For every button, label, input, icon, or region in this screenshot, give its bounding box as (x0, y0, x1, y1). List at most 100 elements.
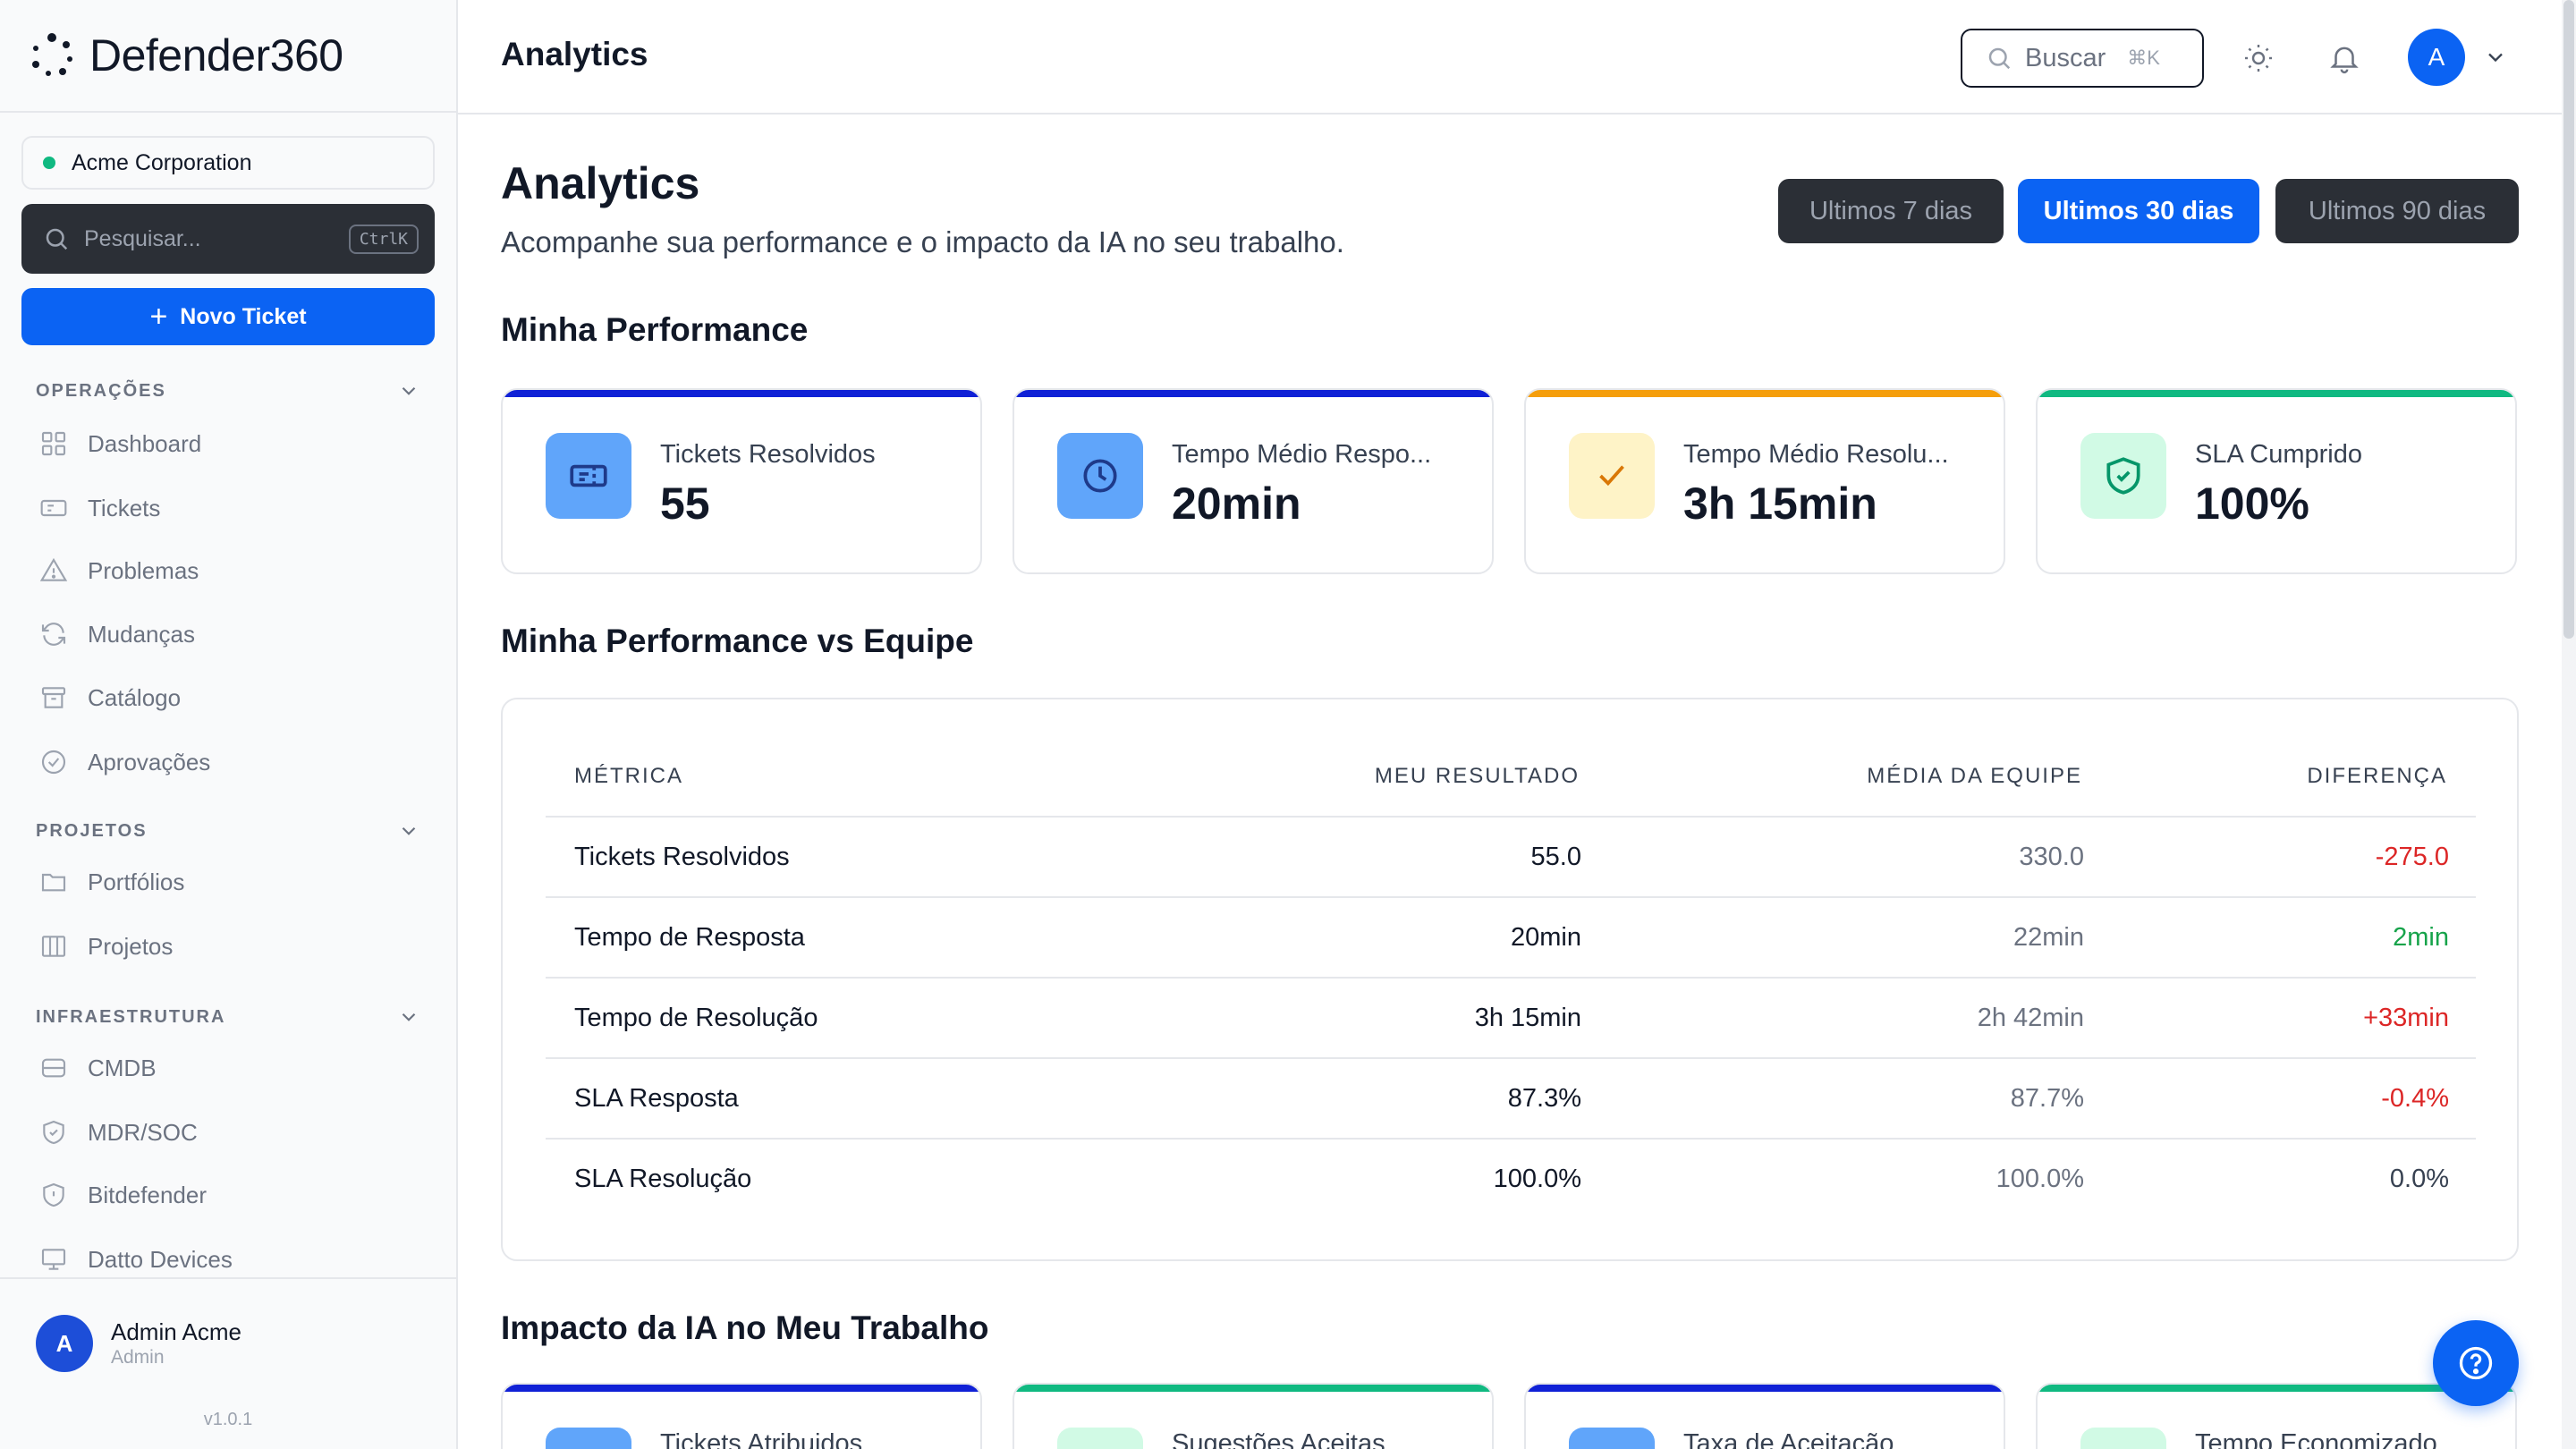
sidebar: Defender360 Acme Corporation Pesquisar..… (0, 0, 458, 1449)
kpi-label: Tempo Economizado (2195, 1429, 2437, 1449)
sidebar-item-catalogo[interactable]: Catálogo (39, 683, 181, 712)
kpi-label: Tempo Médio Respo... (1172, 440, 1432, 469)
notifications-button[interactable] (2322, 36, 2367, 80)
chevron-down-icon (402, 1013, 416, 1021)
card-accent-bar (1526, 390, 2004, 397)
kpi-label: Tempo Médio Resolu... (1683, 440, 1949, 469)
sidebar-search[interactable]: Pesquisar... CtrlK (21, 204, 435, 274)
kpi-value: 55 (660, 479, 710, 529)
kpi-label: Tickets Atribuidos (660, 1429, 863, 1449)
column-header-media-equipe: MÉDIA DA EQUIPE (1867, 764, 2082, 788)
ticket-icon (546, 433, 631, 519)
section-title: INFRAESTRUTURA (36, 1006, 226, 1027)
kpi-card-tickets-resolvidos[interactable]: Tickets Resolvidos 55 (501, 388, 982, 574)
cell-diff: -275.0 (2375, 843, 2449, 871)
new-ticket-button[interactable]: + Novo Ticket (21, 288, 435, 345)
sidebar-item-label: Projetos (88, 932, 174, 960)
cell-mine: 3h 15min (1474, 1004, 1581, 1032)
kpi-value: 100% (2195, 479, 2309, 529)
avatar[interactable]: A (2408, 29, 2465, 86)
cell-diff: 2min (2393, 923, 2449, 952)
card-accent-bar (503, 1385, 980, 1392)
kpi-card-tempo-medio-resolucao[interactable]: Tempo Médio Resolu... 3h 15min (1524, 388, 2005, 574)
kpi-label: SLA Cumprido (2195, 440, 2362, 469)
app-version: v1.0.1 (203, 1410, 253, 1429)
status-dot (43, 157, 55, 169)
top-header: Analytics Buscar ⌘K A (458, 0, 2562, 114)
section-infraestrutura[interactable]: INFRAESTRUTURA (36, 1005, 420, 1029)
section-title-ai-impact: Impacto da IA no Meu Trabalho (501, 1309, 989, 1346)
section-title-comparison: Minha Performance vs Equipe (501, 623, 974, 659)
chevron-down-icon[interactable] (2483, 45, 2508, 70)
section-projetos[interactable]: PROJETOS (36, 819, 420, 843)
kpi-card-tempo-medio-resposta[interactable]: Tempo Médio Respo... 20min (1013, 388, 1494, 574)
sidebar-item-label: Bitdefender (88, 1181, 207, 1208)
sidebar-item-bitdefender[interactable]: Bitdefender (39, 1181, 207, 1209)
period-30-days-button[interactable]: Ultimos 30 dias (2018, 179, 2259, 243)
sidebar-item-label: Problemas (88, 556, 199, 584)
clock-icon (1057, 433, 1143, 519)
columns-icon (41, 936, 66, 957)
card-accent-bar (1014, 390, 1492, 397)
org-name: Acme Corporation (72, 149, 252, 175)
table-row: SLA Resolução 100.0% 100.0% 0.0% (546, 1138, 2476, 1218)
period-90-days-button[interactable]: Ultimos 90 dias (2275, 179, 2519, 243)
column-header-metrica: MÉTRICA (574, 764, 683, 788)
shortcut-badge: ⌘K (2127, 47, 2160, 69)
cell-metric: Tempo de Resposta (574, 923, 805, 952)
cell-team: 22min (2013, 923, 2084, 952)
sidebar-item-label: Mudanças (88, 620, 195, 648)
sun-icon (2245, 45, 2272, 72)
sidebar-item-datto-devices[interactable]: Datto Devices (39, 1245, 233, 1274)
kpi-label: Tickets Resolvidos (660, 440, 876, 469)
cell-metric: SLA Resposta (574, 1084, 739, 1113)
sidebar-item-aprovacoes[interactable]: Aprovações (39, 748, 210, 776)
kpi-card-sla-cumprido[interactable]: SLA Cumprido 100% (2036, 388, 2517, 574)
monitor-icon (41, 1249, 66, 1270)
sidebar-item-mudancas[interactable]: Mudanças (39, 620, 195, 648)
sidebar-item-cmdb[interactable]: CMDB (39, 1054, 157, 1082)
help-icon (2459, 1346, 2493, 1380)
ai-card-tickets-atribuidos[interactable]: Tickets Atribuidos (501, 1383, 982, 1449)
clock-icon (2080, 1428, 2166, 1449)
theme-toggle-button[interactable] (2236, 36, 2281, 80)
shield-icon (43, 1182, 64, 1208)
user-profile[interactable]: A Admin Acme Admin v1.0.1 (0, 1277, 456, 1449)
section-title-performance: Minha Performance (501, 311, 809, 348)
chevron-down-icon (402, 826, 416, 835)
search-icon (1988, 47, 2011, 70)
user-name: Admin Acme (111, 1318, 242, 1345)
cell-diff: +33min (2363, 1004, 2449, 1032)
header-search[interactable]: Buscar ⌘K (1961, 29, 2204, 88)
column-header-diferenca: DIFERENÇA (2307, 764, 2447, 788)
sidebar-item-problemas[interactable]: Problemas (39, 556, 199, 585)
help-button[interactable] (2433, 1320, 2519, 1406)
cell-metric: Tickets Resolvidos (574, 843, 790, 871)
ai-card-taxa-aceitacao[interactable]: Taxa de Aceitação (1524, 1383, 2005, 1449)
brand[interactable]: Defender360 (0, 0, 456, 113)
cell-mine: 20min (1511, 923, 1581, 952)
table-row: Tempo de Resposta 20min 22min 2min (546, 896, 2476, 977)
section-operacoes[interactable]: OPERAÇÕES (36, 379, 420, 402)
sidebar-item-projetos[interactable]: Projetos (39, 932, 173, 961)
cell-mine: 100.0% (1493, 1165, 1581, 1193)
chevron-down-icon (402, 386, 416, 395)
cell-diff: 0.0% (2389, 1165, 2449, 1193)
plus-icon: + (149, 299, 168, 334)
table-row: Tickets Resolvidos 55.0 330.0 -275.0 (546, 816, 2476, 896)
sidebar-item-tickets[interactable]: Tickets (39, 494, 160, 522)
header-search-placeholder: Buscar (2025, 43, 2106, 72)
period-7-days-button[interactable]: Ultimos 7 dias (1778, 179, 2004, 243)
ai-card-sugestoes-aceitas[interactable]: Sugestões Aceitas (1013, 1383, 1494, 1449)
sidebar-item-mdr-soc[interactable]: MDR/SOC (39, 1118, 198, 1147)
scrollbar-thumb[interactable] (2563, 0, 2574, 639)
sidebar-item-dashboard[interactable]: Dashboard (39, 429, 201, 458)
shield-check-icon (43, 1120, 64, 1145)
cell-mine: 55.0 (1530, 843, 1581, 871)
sidebar-item-portfolios[interactable]: Portfólios (39, 868, 184, 896)
sidebar-item-label: Dashboard (88, 429, 202, 457)
shortcut-badge: CtrlK (348, 224, 419, 254)
archive-icon (41, 687, 66, 708)
brand-name: Defender360 (89, 30, 343, 80)
org-selector[interactable]: Acme Corporation (21, 136, 435, 190)
